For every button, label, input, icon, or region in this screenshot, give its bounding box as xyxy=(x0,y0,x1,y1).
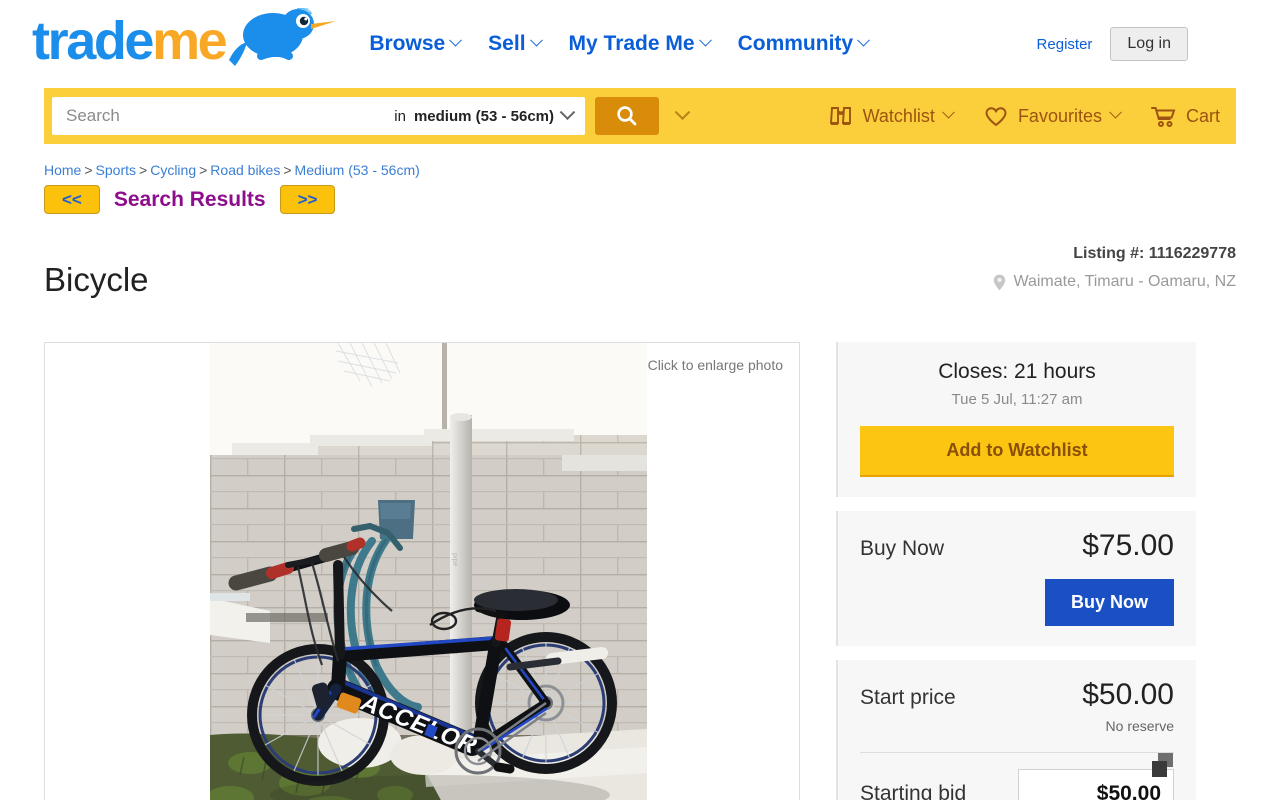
bidding-panel: Start price $50.00 No reserve Starting b… xyxy=(836,660,1196,800)
trademe-logo[interactable]: trademe xyxy=(32,4,337,76)
search-field-group[interactable]: Search in medium (53 - 56cm) xyxy=(52,97,585,135)
search-icon xyxy=(617,106,637,126)
listing-title-row: Bicycle Listing #: 1116229778 Waimate, T… xyxy=(44,240,1236,320)
breadcrumb-item-sports[interactable]: Sports xyxy=(96,162,136,178)
search-options-chevron-icon[interactable] xyxy=(674,103,691,120)
main-content: Home > Sports > Cycling > Road bikes > Medium (5… xyxy=(0,162,1280,800)
nav-item-community[interactable]: Community xyxy=(737,32,870,56)
nav-label-my-trade-me: My Trade Me xyxy=(568,32,695,55)
breadcrumb-item-cycling[interactable]: Cycling xyxy=(150,162,196,178)
closes-datetime: Tue 5 Jul, 11:27 am xyxy=(951,391,1083,409)
nav-item-browse[interactable]: Browse xyxy=(369,32,463,56)
breadcrumb-item-home[interactable]: Home xyxy=(44,162,81,178)
login-button[interactable]: Log in xyxy=(1110,27,1188,61)
search-category-value: medium (53 - 56cm) xyxy=(413,107,554,125)
utility-navigation: Watchlist Favourites Cart xyxy=(828,104,1220,128)
page-title: Bicycle xyxy=(44,261,149,299)
chevron-down-icon xyxy=(942,105,955,119)
search-input[interactable]: Search xyxy=(66,106,394,126)
listing-location-text: Waimate, Timaru - Oamaru, NZ xyxy=(1013,273,1236,290)
breadcrumb-item-road-bikes[interactable]: Road bikes xyxy=(210,162,280,178)
shopping-cart-icon xyxy=(1150,107,1176,127)
nav-label-sell: Sell xyxy=(488,32,526,55)
nav-label-community: Community xyxy=(737,32,854,55)
buy-now-button[interactable]: Buy Now xyxy=(1044,579,1174,627)
page-root: trademe Browse Sell My Trade Me Communit… xyxy=(0,0,1280,800)
chevron-down-icon xyxy=(559,103,576,120)
start-price-row: Start price $50.00 xyxy=(860,678,1174,712)
utility-item-cart[interactable]: Cart xyxy=(1150,104,1220,128)
chevron-down-icon xyxy=(1109,105,1122,119)
buy-now-price-row: Buy Now $75.00 xyxy=(860,529,1174,563)
heart-icon xyxy=(985,107,1007,127)
listing-body: Click to enlarge photo pipe ACCELOR Clos… xyxy=(44,342,1236,800)
search-category-prefix: in xyxy=(394,107,406,125)
utility-item-watchlist[interactable]: Watchlist xyxy=(828,104,955,128)
utility-label-cart: Cart xyxy=(1185,105,1220,126)
search-bar: Search in medium (53 - 56cm) Watchlist F… xyxy=(44,88,1236,144)
search-submit-button[interactable] xyxy=(595,97,659,135)
starting-bid-input[interactable] xyxy=(1018,769,1174,800)
closing-panel: Closes: 21 hours Tue 5 Jul, 11:27 am Add… xyxy=(836,342,1196,498)
listing-number: Listing #: 1116229778 xyxy=(993,245,1236,263)
utility-item-favourites[interactable]: Favourites xyxy=(983,104,1122,128)
start-price-value: $50.00 xyxy=(1082,678,1174,712)
listing-photo-container[interactable]: Click to enlarge photo pipe ACCELOR xyxy=(44,342,800,800)
breadcrumb: Home > Sports > Cycling > Road bikes > Medium (5… xyxy=(44,162,1236,178)
next-result-button[interactable]: >> xyxy=(279,185,336,214)
panel-divider xyxy=(860,752,1174,754)
binoculars-icon xyxy=(829,107,851,125)
nav-item-sell[interactable]: Sell xyxy=(488,32,543,56)
utility-label-watchlist: Watchlist xyxy=(862,105,935,126)
enlarge-photo-label[interactable]: Click to enlarge photo xyxy=(648,357,783,373)
listing-number-label: Listing #: xyxy=(1073,245,1145,262)
listing-number-value: 1116229778 xyxy=(1148,245,1236,262)
chevron-down-icon xyxy=(449,33,463,47)
breadcrumb-separator: > xyxy=(283,162,292,178)
site-header: trademe Browse Sell My Trade Me Communit… xyxy=(0,0,1280,88)
breadcrumb-separator: > xyxy=(84,162,93,178)
chevron-down-icon xyxy=(529,33,543,47)
register-link[interactable]: Register xyxy=(1037,36,1093,53)
kiwi-bird-icon xyxy=(227,4,337,75)
buy-now-panel: Buy Now $75.00 Buy Now xyxy=(836,511,1196,647)
breadcrumb-separator: > xyxy=(199,162,208,178)
nav-item-my-trade-me[interactable]: My Trade Me xyxy=(568,32,712,56)
listing-location: Waimate, Timaru - Oamaru, NZ xyxy=(993,273,1236,291)
buy-now-label: Buy Now xyxy=(860,537,945,561)
add-to-watchlist-button[interactable]: Add to Watchlist xyxy=(860,426,1174,478)
logo-text-me: me xyxy=(152,11,228,71)
start-price-label: Start price xyxy=(860,686,956,710)
breadcrumb-separator: > xyxy=(139,162,148,178)
nav-label-browse: Browse xyxy=(369,32,446,55)
search-category-select[interactable]: in medium (53 - 56cm) xyxy=(394,103,576,125)
starting-bid-label: Starting bid xyxy=(860,782,967,800)
previous-result-button[interactable]: << xyxy=(44,185,100,214)
search-results-nav: << Search Results >> xyxy=(44,185,1236,214)
chevron-down-icon xyxy=(698,33,712,47)
svg-text:pipe: pipe xyxy=(451,553,458,566)
listing-sidebar: Closes: 21 hours Tue 5 Jul, 11:27 am Add… xyxy=(836,342,1196,800)
map-pin-icon xyxy=(994,274,1006,290)
starting-bid-row: Starting bid xyxy=(860,769,1174,800)
chevron-down-icon xyxy=(857,33,870,47)
buy-now-price: $75.00 xyxy=(1082,529,1174,563)
breadcrumb-item-medium[interactable]: Medium (53 - 56cm) xyxy=(295,162,420,178)
logo-wordmark: trademe xyxy=(32,11,228,71)
listing-photo[interactable]: pipe text xyxy=(210,343,647,800)
listing-meta: Listing #: 1116229778 Waimate, Timaru - … xyxy=(993,240,1236,291)
utility-label-favourites: Favourites xyxy=(1017,105,1102,126)
auth-actions: Register Log in xyxy=(1037,27,1188,61)
logo-text-trade: trade xyxy=(32,11,154,71)
search-results-title[interactable]: Search Results xyxy=(114,188,266,212)
closes-label: Closes: 21 hours xyxy=(938,360,1096,384)
no-reserve-label: No reserve xyxy=(1105,718,1174,735)
main-navigation: Browse Sell My Trade Me Community xyxy=(369,32,1036,56)
